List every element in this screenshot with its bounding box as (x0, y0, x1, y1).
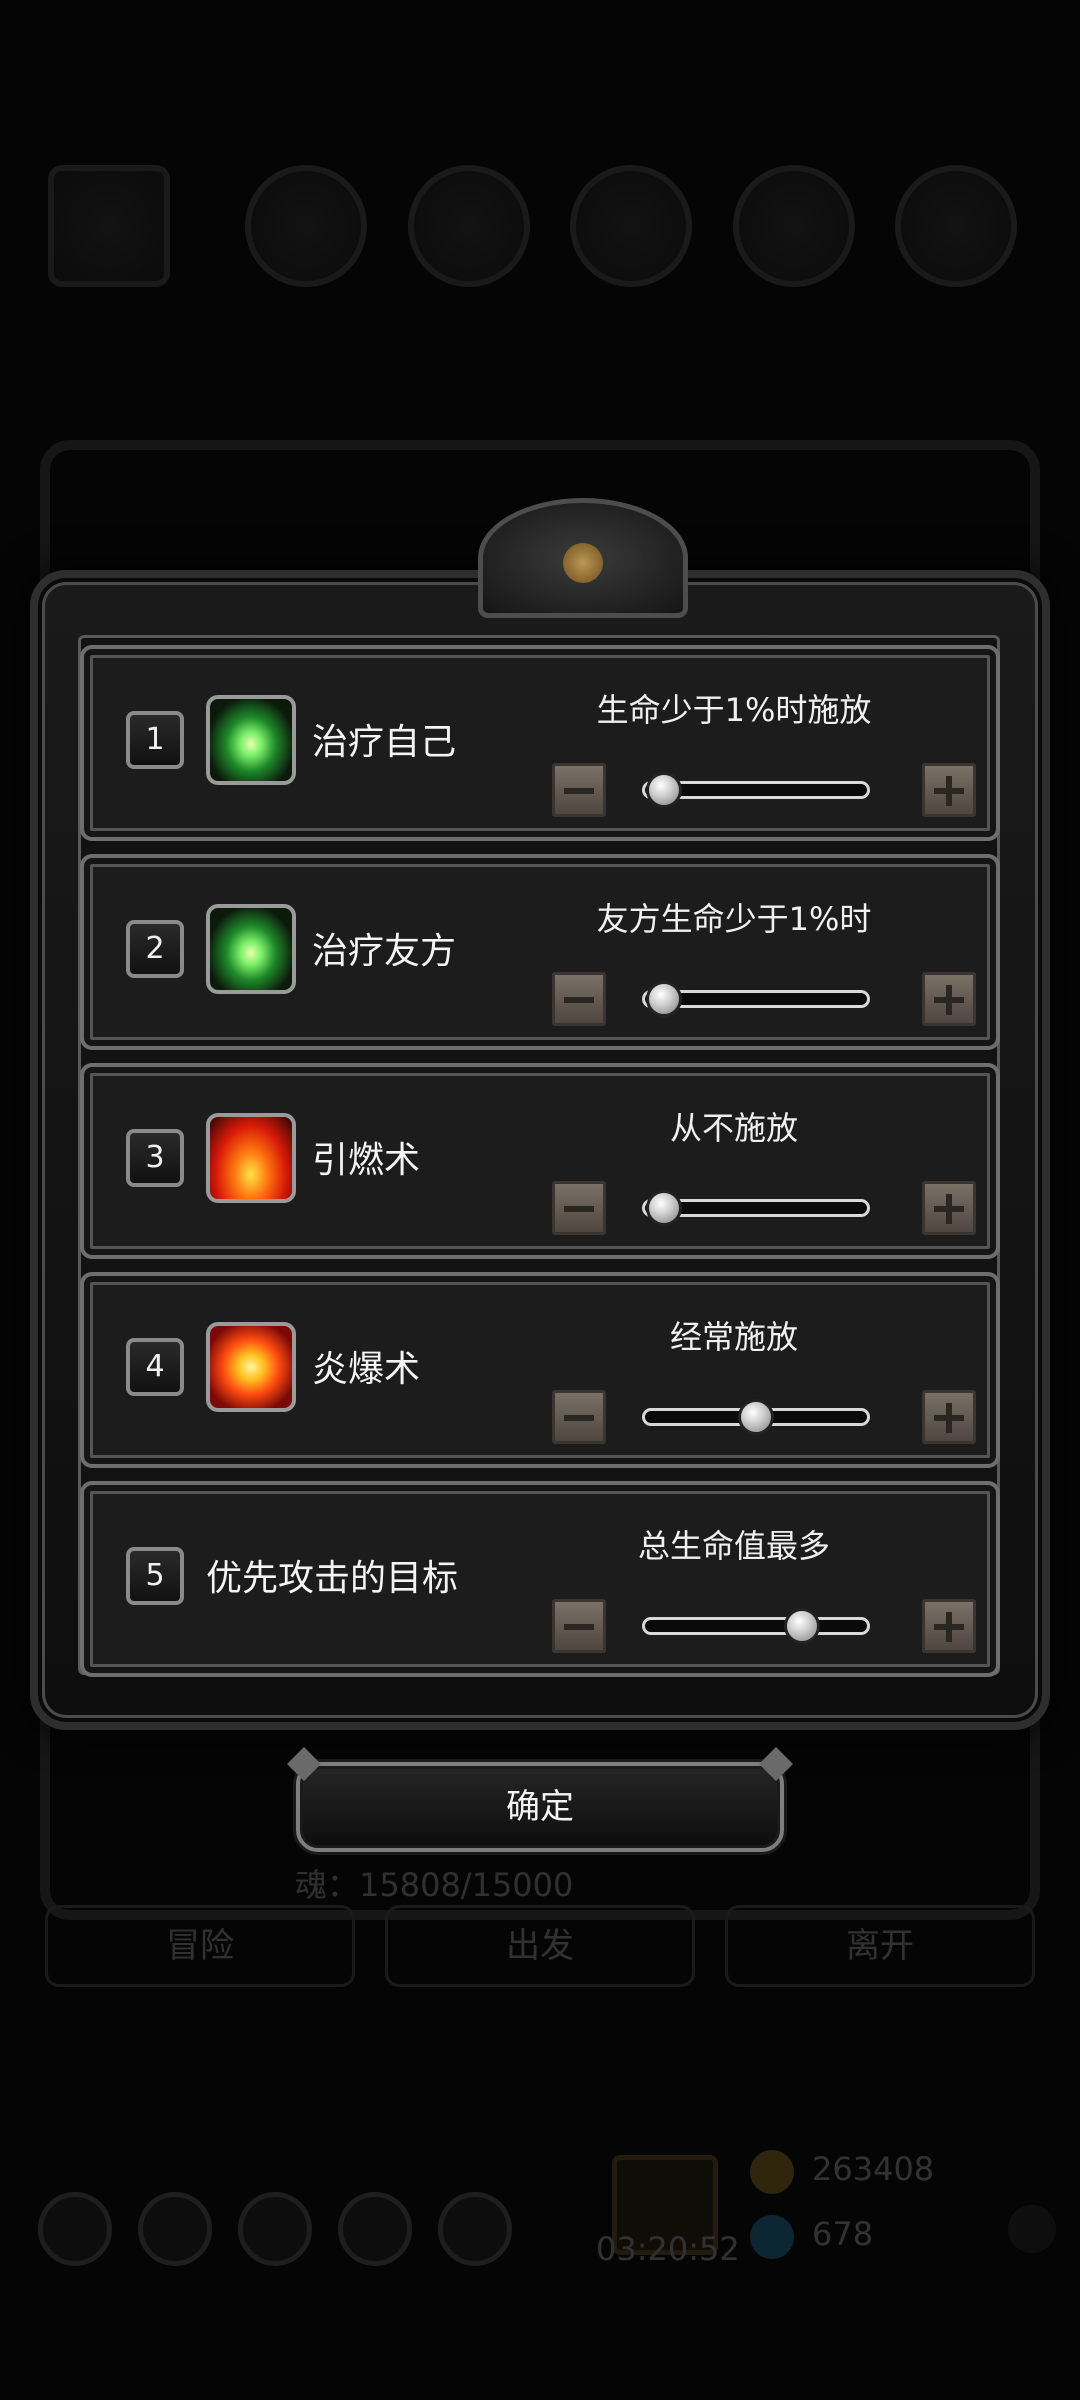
slider-knob[interactable] (784, 1608, 820, 1644)
minus-icon (564, 788, 594, 794)
menu-icon (338, 2192, 412, 2266)
minus-icon (564, 1415, 594, 1421)
decrease-button[interactable] (552, 972, 606, 1026)
gold-amount: 263408 (812, 2150, 935, 2188)
ornament-gem-icon (563, 543, 603, 583)
equipment-slot (570, 165, 692, 287)
cast-condition: 经常施放 (669, 1318, 798, 1356)
heal-crystal-icon (206, 695, 296, 785)
slider-knob[interactable] (646, 772, 682, 808)
ornament-icon (478, 498, 688, 618)
equipment-slot (895, 165, 1017, 287)
equipment-slot (245, 165, 367, 287)
menu-icon (38, 2192, 112, 2266)
skill-row: 5 优先攻击的目标 总生命值最多 (80, 1481, 1000, 1677)
skill-row: 2 治疗友方 友方生命少于1%时 (80, 854, 1000, 1050)
fire-blast-icon (206, 1322, 296, 1412)
priority-number[interactable]: 4 (126, 1338, 184, 1396)
gem-icon (750, 2215, 794, 2259)
increase-button[interactable] (922, 972, 976, 1026)
decrease-button[interactable] (552, 1181, 606, 1235)
skill-name: 引燃术 (312, 1140, 421, 1181)
cast-condition: 友方生命少于1%时 (596, 900, 872, 938)
increase-button[interactable] (922, 763, 976, 817)
fire-icon (206, 1113, 296, 1203)
plus-icon-stem (946, 1403, 952, 1433)
chest-timer: 03:20:52 (596, 2230, 740, 2268)
skill-row: 1 治疗自己 生命少于1%时施放 (80, 645, 1000, 841)
cast-condition: 总生命值最多 (637, 1527, 830, 1565)
skill-name: 治疗友方 (312, 931, 457, 972)
confirm-button[interactable]: 确定 (296, 1762, 784, 1852)
skill-row: 3 引燃术 从不施放 (80, 1063, 1000, 1259)
gold-icon (750, 2150, 794, 2194)
priority-number[interactable]: 1 (126, 711, 184, 769)
equipment-slot (48, 165, 170, 287)
decrease-button[interactable] (552, 763, 606, 817)
increase-button[interactable] (922, 1181, 976, 1235)
tab-leave: 离开 (725, 1905, 1035, 1987)
tab-depart: 出发 (385, 1905, 695, 1987)
skill-name: 优先攻击的目标 (206, 1558, 459, 1599)
cast-condition: 生命少于1%时施放 (596, 691, 872, 729)
heal-crystal-icon (206, 904, 296, 994)
minus-icon (564, 1206, 594, 1212)
plus-icon-stem (946, 776, 952, 806)
cast-condition: 从不施放 (669, 1109, 798, 1147)
menu-icon (138, 2192, 212, 2266)
increase-button[interactable] (922, 1390, 976, 1444)
soul-counter: 魂：15808/15000 (295, 1866, 574, 1904)
plus-icon-stem (946, 985, 952, 1015)
minus-icon (564, 997, 594, 1003)
priority-number[interactable]: 2 (126, 920, 184, 978)
tab-adventure: 冒险 (45, 1905, 355, 1987)
plus-icon-stem (946, 1612, 952, 1642)
slider-knob[interactable] (646, 981, 682, 1017)
slider-knob[interactable] (646, 1190, 682, 1226)
increase-button[interactable] (922, 1599, 976, 1653)
slider-knob[interactable] (738, 1399, 774, 1435)
equipment-slot (733, 165, 855, 287)
skill-name: 炎爆术 (312, 1349, 421, 1390)
priority-number[interactable]: 5 (126, 1547, 184, 1605)
skill-name: 治疗自己 (312, 722, 457, 763)
menu-icon (438, 2192, 512, 2266)
frequency-slider[interactable] (642, 1617, 870, 1635)
decrease-button[interactable] (552, 1390, 606, 1444)
skill-row: 4 炎爆术 经常施放 (80, 1272, 1000, 1468)
equipment-slot (408, 165, 530, 287)
corner-icon (1008, 2205, 1056, 2253)
plus-icon-stem (946, 1194, 952, 1224)
decrease-button[interactable] (552, 1599, 606, 1653)
menu-icon (238, 2192, 312, 2266)
gem-amount: 678 (812, 2215, 874, 2253)
minus-icon (564, 1624, 594, 1630)
priority-number[interactable]: 3 (126, 1129, 184, 1187)
